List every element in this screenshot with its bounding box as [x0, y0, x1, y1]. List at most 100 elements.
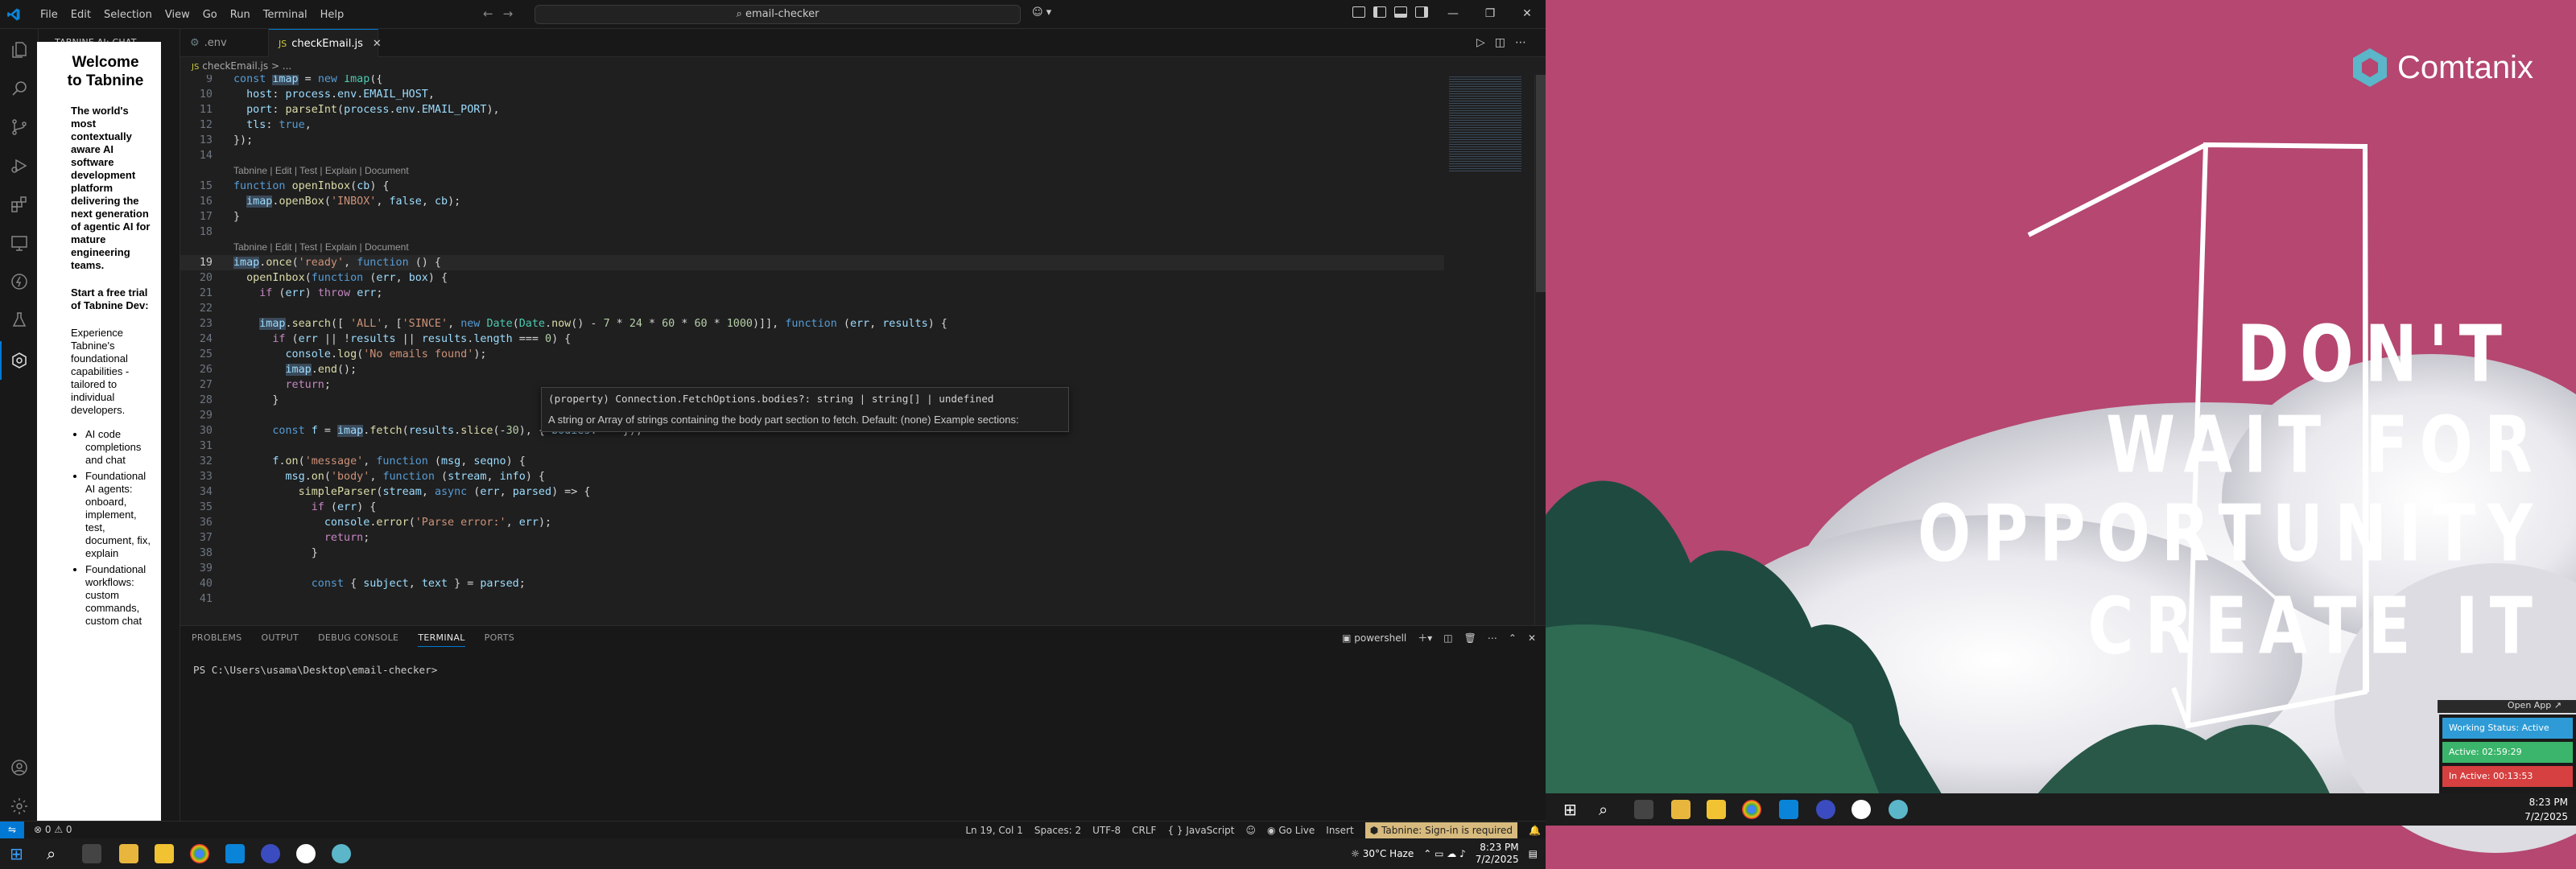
go-live[interactable]: ◉ Go Live: [1267, 825, 1315, 836]
menu-edit[interactable]: Edit: [64, 9, 97, 21]
split-terminal-icon[interactable]: ◫: [1443, 632, 1452, 644]
editor-scrollbar[interactable]: [1534, 75, 1546, 625]
code-line[interactable]: 36 console.error('Parse error:', err);: [180, 515, 1444, 530]
copilot-icon[interactable]: ☺ ▾: [1032, 6, 1051, 19]
tab-ports[interactable]: PORTS: [485, 632, 514, 647]
insert-mode[interactable]: Insert: [1326, 825, 1353, 836]
weather-widget[interactable]: ☼ 30°C Haze: [1351, 848, 1414, 859]
open-app-button[interactable]: Open App ↗: [2438, 700, 2576, 713]
more-actions-icon[interactable]: ⋯: [1515, 36, 1536, 49]
code-line[interactable]: 24 if (err || !results || results.length…: [180, 332, 1444, 347]
code-line[interactable]: 21 if (err) throw err;: [180, 286, 1444, 301]
task-view-icon[interactable]: [1634, 800, 1653, 819]
indentation[interactable]: Spaces: 2: [1034, 825, 1081, 836]
menu-run[interactable]: Run: [224, 9, 257, 21]
kill-terminal-icon[interactable]: 🗑: [1464, 632, 1476, 644]
code-line[interactable]: 39: [180, 561, 1444, 576]
menu-help[interactable]: Help: [314, 9, 351, 21]
code-line[interactable]: 31: [180, 439, 1444, 454]
code-line[interactable]: 34 simpleParser(stream, async (err, pars…: [180, 484, 1444, 500]
store-icon[interactable]: [155, 844, 174, 863]
tab-env[interactable]: ⚙ .env: [180, 29, 269, 57]
code-line[interactable]: 18: [180, 224, 1444, 240]
menu-terminal[interactable]: Terminal: [257, 9, 314, 21]
search-icon[interactable]: ⌕: [47, 844, 66, 863]
go-live-icon[interactable]: [10, 272, 29, 291]
tab-debug-console[interactable]: DEBUG CONSOLE: [318, 632, 398, 647]
code-line[interactable]: 17}: [180, 209, 1444, 224]
tab-problems[interactable]: PROBLEMS: [192, 632, 242, 647]
tray-icons[interactable]: ⌃ ▭ ☁ ♪: [1423, 848, 1466, 859]
cursor-position[interactable]: Ln 19, Col 1: [965, 825, 1023, 836]
copilot-status-icon[interactable]: ☺: [1246, 825, 1257, 836]
toggle-primary-sidebar-icon[interactable]: [1373, 6, 1386, 18]
remote-indicator-icon[interactable]: ⇋: [0, 822, 24, 839]
clock[interactable]: 8:23 PM 7/2/2025: [1476, 842, 1519, 866]
search-icon[interactable]: [10, 79, 29, 98]
new-terminal-icon[interactable]: ＋▾: [1418, 631, 1432, 645]
clock-second[interactable]: 8:23 PM 7/2/2025: [2524, 793, 2568, 826]
code-line[interactable]: 41: [180, 591, 1444, 607]
code-line[interactable]: 10 host: process.env.EMAIL_HOST,: [180, 87, 1444, 102]
extensions-icon[interactable]: [10, 195, 29, 214]
tab-checkemail[interactable]: JS checkEmail.js ✕: [269, 29, 382, 57]
menu-go[interactable]: Go: [196, 9, 224, 21]
encoding[interactable]: UTF-8: [1092, 825, 1121, 836]
code-line[interactable]: 13});: [180, 133, 1444, 148]
menu-file[interactable]: File: [34, 9, 64, 21]
remote-explorer-icon[interactable]: [10, 233, 29, 253]
code-line[interactable]: 25 console.log('No emails found');: [180, 347, 1444, 362]
back-arrow-icon[interactable]: ←: [483, 6, 503, 21]
breadcrumb[interactable]: JS checkEmail.js > ...: [180, 57, 1546, 75]
toggle-secondary-sidebar-icon[interactable]: [1415, 6, 1428, 18]
windows-start-icon[interactable]: ⊞: [10, 844, 29, 863]
more-icon[interactable]: ⋯: [1488, 632, 1497, 644]
menu-view[interactable]: View: [159, 9, 196, 21]
minimap[interactable]: [1444, 75, 1534, 625]
toggle-panel-icon[interactable]: [1394, 6, 1407, 18]
vscode-taskbar-icon[interactable]: [225, 844, 245, 863]
manage-gear-icon[interactable]: [10, 797, 29, 816]
menu-selection[interactable]: Selection: [97, 9, 159, 21]
code-line[interactable]: 33 msg.on('body', function (stream, info…: [180, 469, 1444, 484]
code-line[interactable]: 20 openInbox(function (err, box) {: [180, 270, 1444, 286]
restore-icon[interactable]: ❐: [1472, 0, 1509, 27]
tab-terminal[interactable]: TERMINAL: [418, 632, 465, 647]
comtanix-app-icon[interactable]: [332, 844, 351, 863]
comtanix-app-icon[interactable]: [1889, 800, 1908, 819]
terminal-shell[interactable]: ▣ powershell: [1342, 632, 1406, 644]
code-line[interactable]: 38 }: [180, 546, 1444, 561]
split-editor-icon[interactable]: ◫: [1495, 36, 1515, 49]
eol[interactable]: CRLF: [1132, 825, 1156, 836]
code-line[interactable]: 11 port: parseInt(process.env.EMAIL_PORT…: [180, 102, 1444, 117]
close-icon[interactable]: ✕: [1509, 0, 1546, 27]
zoho-icon[interactable]: [1816, 800, 1835, 819]
search-icon[interactable]: ⌕: [1599, 800, 1618, 819]
codelens[interactable]: Tabnine | Edit | Test | Explain | Docume…: [233, 241, 409, 253]
code-editor[interactable]: 9 const imap = new Imap({10 host: process…: [180, 75, 1444, 625]
task-view-icon[interactable]: [82, 844, 101, 863]
code-line[interactable]: 32 f.on('message', function (msg, seqno)…: [180, 454, 1444, 469]
file-explorer-icon[interactable]: [119, 844, 138, 863]
notifications-icon[interactable]: 🔔: [1529, 825, 1541, 836]
trial-heading[interactable]: Start a free trial of Tabnine Dev:: [71, 286, 156, 312]
code-line[interactable]: 16 imap.openBox('INBOX', false, cb);: [180, 194, 1444, 209]
run-file-icon[interactable]: ▷: [1476, 36, 1495, 49]
zoho-icon[interactable]: [261, 844, 280, 863]
code-line[interactable]: 35 if (err) {: [180, 500, 1444, 515]
file-explorer-icon[interactable]: [1671, 800, 1690, 819]
forward-arrow-icon[interactable]: →: [503, 6, 523, 21]
code-line[interactable]: 14: [180, 148, 1444, 163]
problems-indicator[interactable]: ⊗ 0 ⚠ 0: [34, 824, 72, 835]
testing-icon[interactable]: [10, 311, 29, 330]
scroll-thumb[interactable]: [1536, 75, 1546, 292]
accounts-icon[interactable]: [10, 758, 29, 777]
explorer-icon[interactable]: [10, 40, 29, 60]
windows-start-icon[interactable]: ⊞: [1563, 800, 1583, 819]
code-line[interactable]: 9 const imap = new Imap({: [180, 75, 1444, 87]
app-icon[interactable]: [296, 844, 316, 863]
vscode-taskbar-icon[interactable]: [1779, 800, 1798, 819]
code-line[interactable]: 15 function openInbox(cb) {: [180, 179, 1444, 194]
code-line[interactable]: 22: [180, 301, 1444, 316]
tabnine-status[interactable]: ⬢ Tabnine: Sign-in is required: [1364, 822, 1518, 838]
